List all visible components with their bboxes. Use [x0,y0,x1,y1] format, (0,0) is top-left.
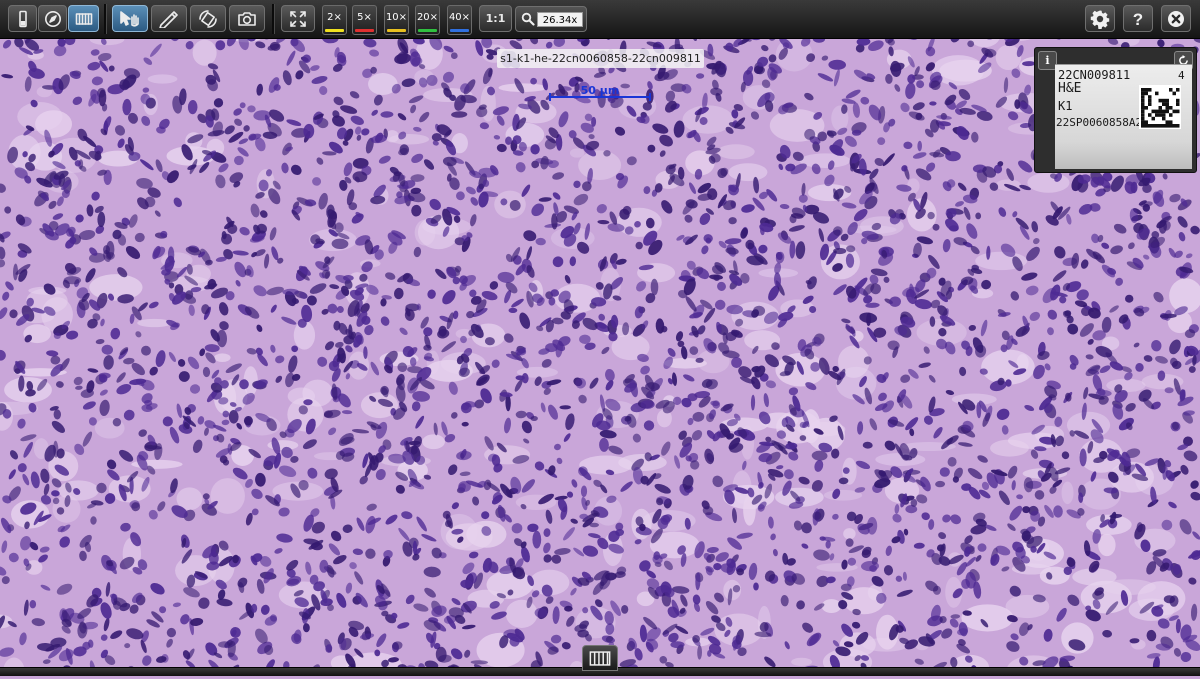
label-specimen-id: 22SP0060858A2 [1056,116,1143,129]
navigator-button[interactable] [38,5,67,32]
slide-label-panel: i 22CN009811 4 H&E K1 22SP0060858A2 [1034,47,1197,173]
zoom-level-input[interactable]: 26.34x [537,12,583,27]
label-stain: H&E [1058,81,1082,96]
magnifier-icon [521,12,535,26]
pen-icon [159,10,178,28]
scale-bar [549,93,651,101]
snapshot-button[interactable] [229,5,265,32]
svg-text:?: ? [1133,10,1143,29]
zoom-20x-label: 20× [416,12,439,23]
zoom-2x-button[interactable]: 2× [322,5,347,35]
pan-hand-icon [120,10,139,27]
slide-label-image: 22CN009811 4 H&E K1 22SP0060858A2 [1055,64,1192,169]
annotate-pen-button[interactable] [151,5,187,32]
compass-icon [44,10,61,27]
fullscreen-icon [290,10,306,27]
zoom-40x-stripe [450,29,469,32]
settings-button[interactable] [1085,5,1115,32]
slide-overview-icon [18,10,27,27]
rotate-icon [199,9,217,28]
zoom-5x-stripe [355,29,374,32]
close-icon [1168,10,1184,27]
zoom-20x-button[interactable]: 20× [415,5,440,35]
zoom-10x-stripe [387,29,406,32]
help-question-icon: ? [1133,10,1143,29]
zoom-40x-button[interactable]: 40× [447,5,472,35]
label-block: K1 [1058,99,1073,113]
pan-tool-button[interactable] [112,5,148,32]
thumbnail-strip-icon [75,12,92,25]
zoom-20x-stripe [418,29,437,32]
thumbnails-toggle-button[interactable] [582,645,618,671]
thumbnail-strip-button[interactable] [68,5,99,32]
toolbar-separator [272,4,275,34]
close-button[interactable] [1161,5,1191,32]
label-case-number: 22CN009811 [1058,68,1131,82]
info-icon: i [1045,54,1050,67]
label-case-suffix: 4 [1178,69,1185,82]
zoom-one-to-one-button[interactable]: 1:1 [479,5,512,32]
label-glass-edge [1055,143,1192,169]
datamatrix-barcode [1139,85,1181,129]
toolbar-separator [104,4,107,34]
zoom-5x-label: 5× [357,12,372,23]
thumbnails-icon [589,650,611,666]
zoom-2x-label: 2× [327,12,342,23]
zoom-10x-button[interactable]: 10× [384,5,409,35]
zoom-10x-label: 10× [385,12,408,23]
zoom-40x-label: 40× [448,12,471,23]
fullscreen-button[interactable] [281,5,315,32]
zoom-5x-button[interactable]: 5× [352,5,377,35]
toolbar: 2× 5× 10× 20× 40× 1:1 26.34x ? [0,0,1200,39]
slide-overview-button[interactable] [8,5,37,32]
help-button[interactable]: ? [1123,5,1153,32]
zoom-2x-stripe [325,29,344,32]
settings-gear-icon [1090,10,1110,29]
camera-icon [238,11,256,26]
zoom-level-field: 26.34x [515,6,587,32]
rotate-button[interactable] [190,5,226,32]
slide-name-label: s1-k1-he-22cn0060858-22cn009811 [497,49,704,68]
